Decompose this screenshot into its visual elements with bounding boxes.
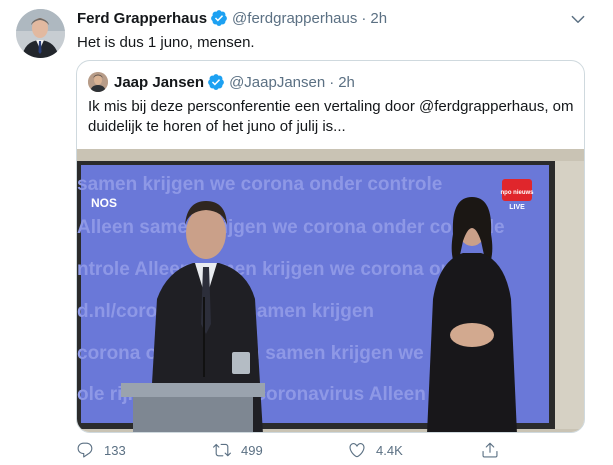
separator-dot: · bbox=[329, 73, 335, 91]
reply-button[interactable]: 133 bbox=[76, 441, 126, 459]
backdrop-line: Alleen samen krijgen we corona onder con… bbox=[77, 217, 505, 238]
heart-icon bbox=[349, 443, 365, 458]
press-conference-photo: samen krijgen we corona onder controle A… bbox=[77, 149, 584, 432]
quoted-tweet-header: Jaap Jansen @JaapJansen · 2h bbox=[114, 71, 355, 93]
tweet-header: Ferd Grapperhaus @ferdgrapperhaus · 2h bbox=[77, 8, 387, 28]
like-button[interactable]: 4.4K bbox=[348, 441, 403, 459]
share-icon bbox=[482, 442, 498, 458]
separator-dot: · bbox=[361, 9, 367, 27]
quoted-author-handle[interactable]: @JaapJansen bbox=[229, 74, 325, 91]
backdrop-line: samen krijgen we corona onder controle bbox=[77, 174, 442, 195]
verified-badge-icon bbox=[210, 9, 228, 27]
quoted-author-name[interactable]: Jaap Jansen bbox=[114, 74, 204, 91]
retweet-count: 499 bbox=[241, 442, 263, 458]
nos-logo: NOS bbox=[91, 196, 117, 210]
tweet[interactable]: Ferd Grapperhaus @ferdgrapperhaus · 2h H… bbox=[0, 0, 613, 465]
author-name[interactable]: Ferd Grapperhaus bbox=[77, 10, 207, 27]
npo-badge-text: npo nieuws bbox=[501, 190, 535, 196]
author-avatar[interactable] bbox=[16, 9, 65, 58]
quoted-author-avatar-image bbox=[88, 72, 108, 92]
tweet-actions: 133 499 4.4K bbox=[76, 438, 506, 462]
quoted-author-avatar[interactable] bbox=[88, 72, 108, 92]
quoted-tweet-media[interactable]: samen krijgen we corona onder controle A… bbox=[77, 149, 584, 432]
author-handle[interactable]: @ferdgrapperhaus bbox=[232, 10, 357, 27]
reply-count: 133 bbox=[104, 442, 126, 458]
like-count: 4.4K bbox=[376, 442, 403, 458]
chevron-down-icon[interactable] bbox=[569, 10, 587, 28]
live-label: LIVE bbox=[509, 204, 525, 211]
quoted-tweet[interactable]: Jaap Jansen @JaapJansen · 2h Ik mis bij … bbox=[76, 60, 585, 433]
share-button[interactable] bbox=[481, 441, 499, 459]
reply-icon bbox=[77, 442, 93, 458]
author-avatar-image bbox=[16, 9, 65, 58]
backdrop-line: ntrole Alleen samen krijgen we corona on… bbox=[77, 259, 482, 280]
tweet-text: Het is dus 1 juno, mensen. bbox=[77, 34, 255, 51]
retweet-button[interactable]: 499 bbox=[213, 441, 263, 459]
quoted-tweet-timestamp[interactable]: 2h bbox=[338, 74, 355, 91]
quoted-tweet-text: Ik mis bij deze persconferentie een vert… bbox=[88, 98, 574, 135]
retweet-icon bbox=[213, 443, 231, 457]
tweet-timestamp[interactable]: 2h bbox=[370, 10, 387, 27]
verified-badge-icon bbox=[207, 73, 225, 91]
